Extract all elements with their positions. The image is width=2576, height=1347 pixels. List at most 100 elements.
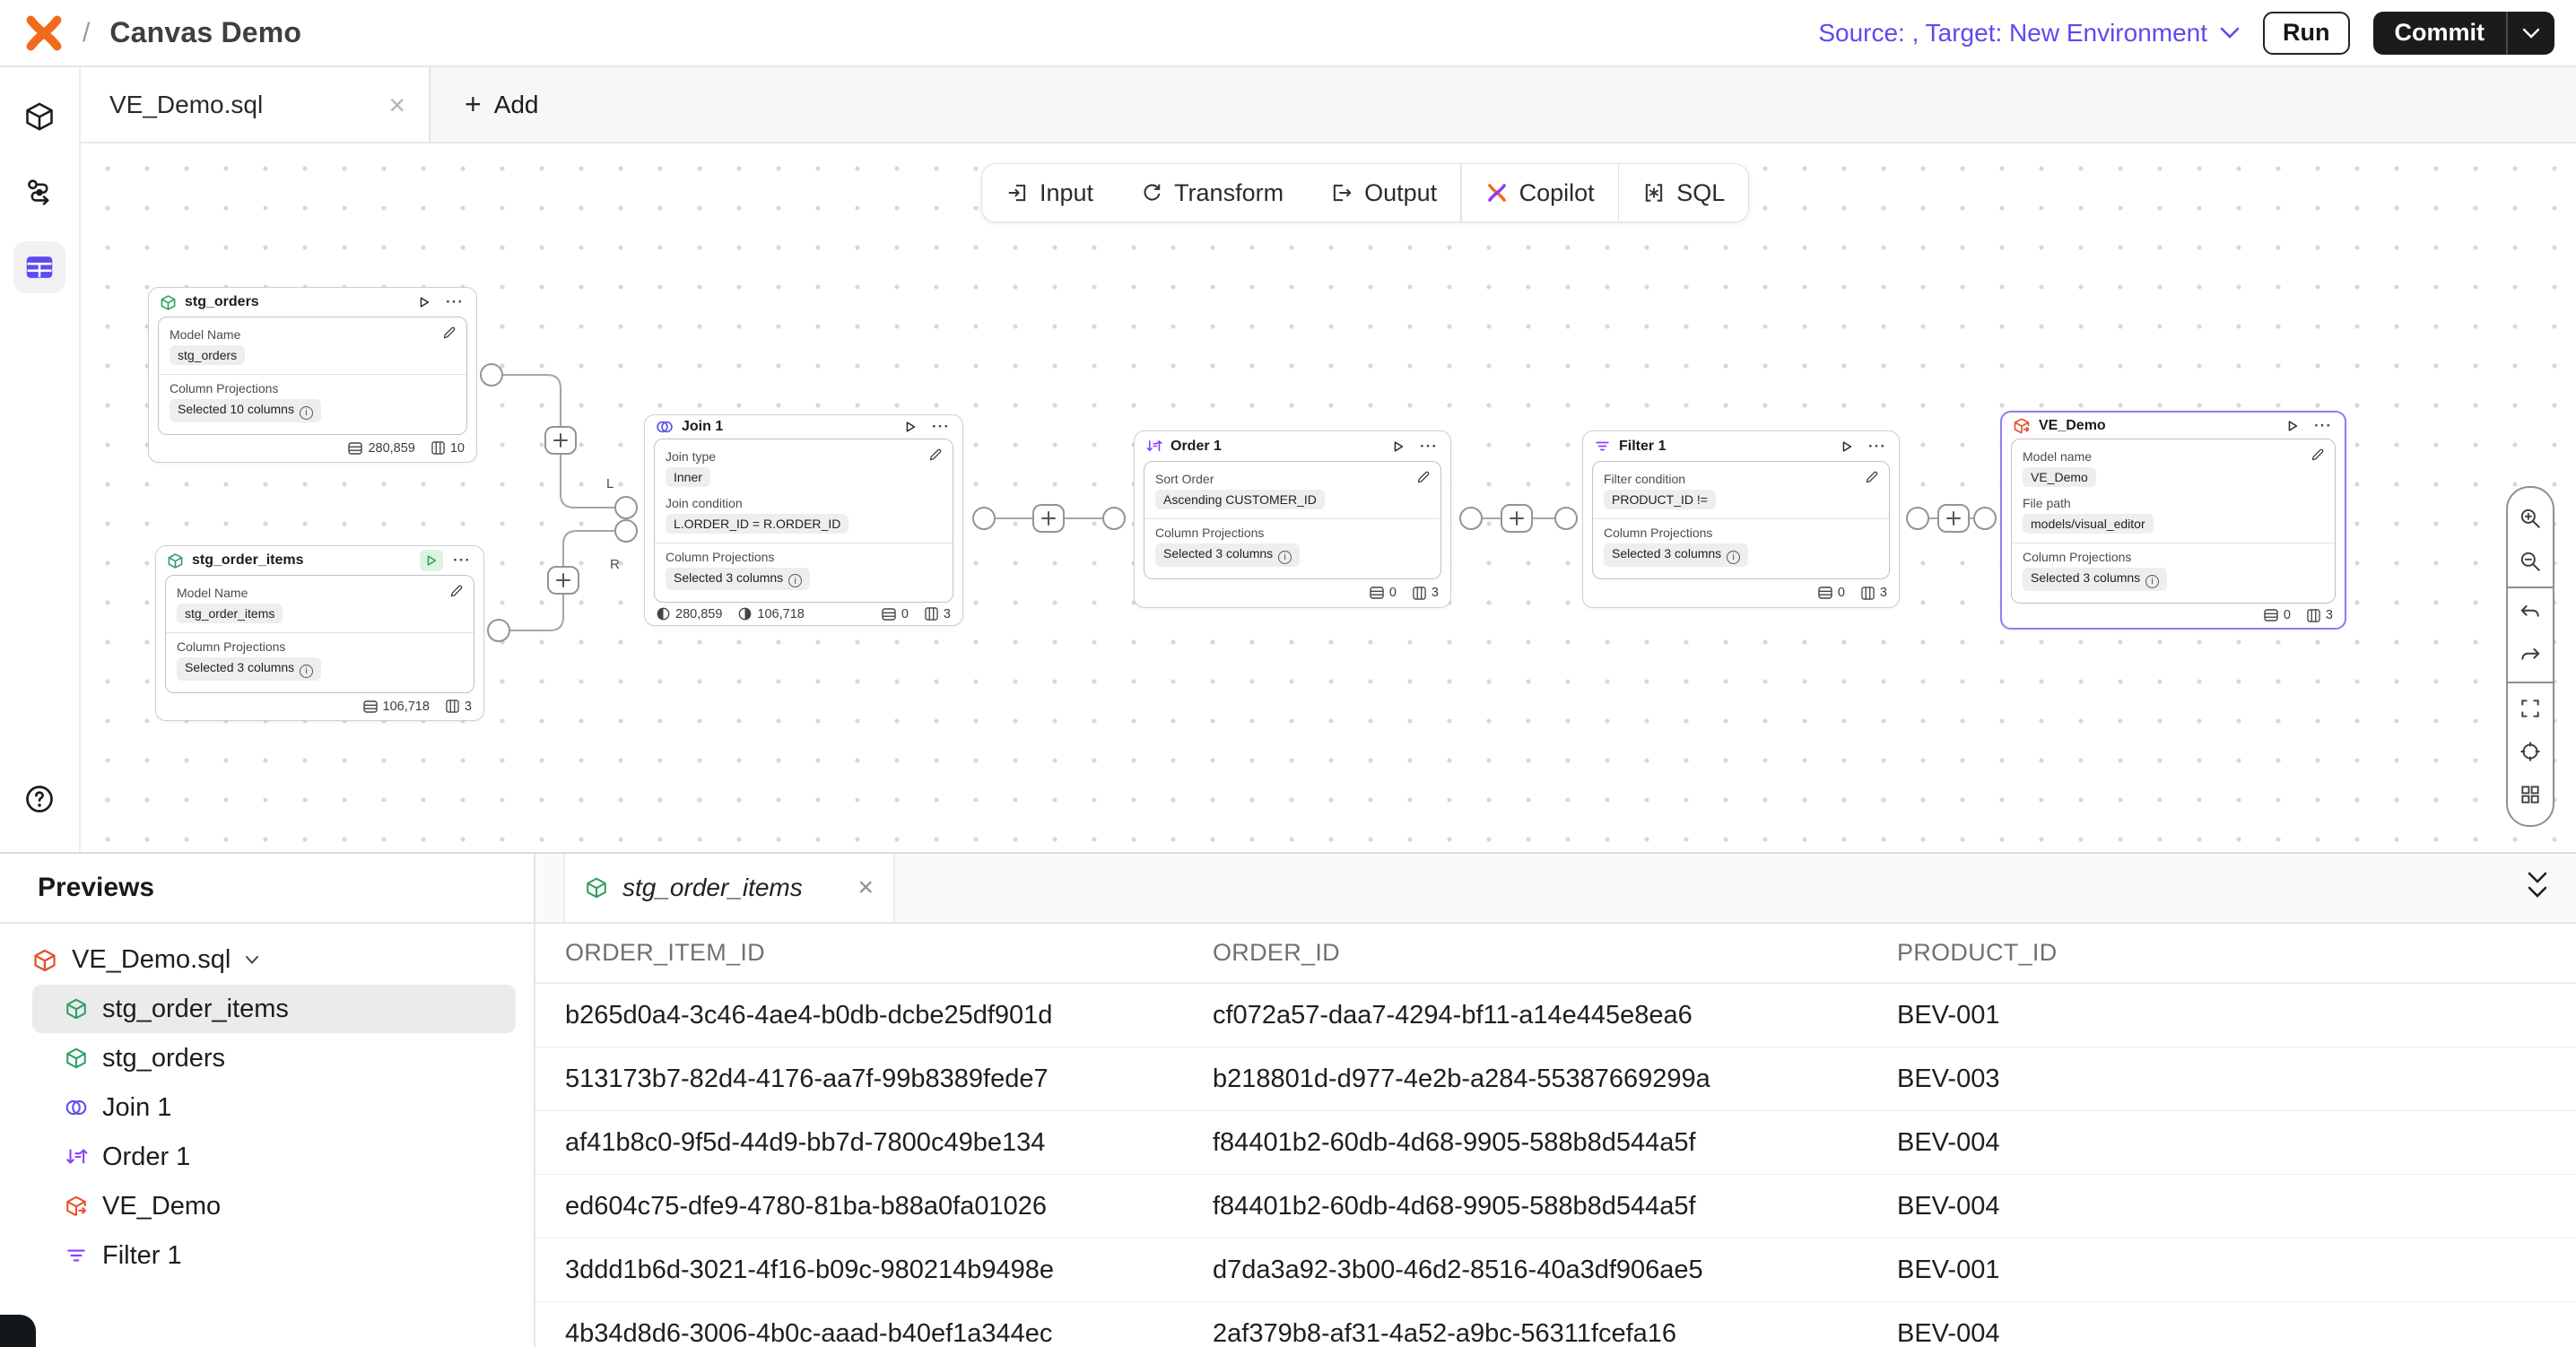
tree-item-order-1[interactable]: Order 1	[32, 1133, 516, 1181]
field-label: Column Projections	[1155, 526, 1430, 540]
run-node-button[interactable]	[413, 291, 436, 313]
help-icon	[23, 783, 56, 815]
node-menu-button[interactable]: ···	[1867, 438, 1888, 456]
undo-button[interactable]	[2508, 592, 2553, 635]
node-stg-orders[interactable]: stg_orders ··· Model Name stg_orders	[148, 287, 477, 463]
add-input-button[interactable]: Input	[982, 164, 1117, 222]
node-menu-button[interactable]: ···	[451, 552, 473, 569]
add-output-button[interactable]: Output	[1307, 164, 1460, 222]
info-icon[interactable]: i	[788, 574, 802, 587]
sql-button[interactable]: SQL	[1619, 164, 1748, 222]
add-tab-label: Add	[494, 91, 539, 119]
tree-root-ve-demo-sql[interactable]: VE_Demo.sql	[0, 936, 534, 984]
node-menu-button[interactable]: ···	[930, 418, 952, 436]
column-count-stat: 3	[925, 607, 951, 621]
edit-icon[interactable]	[1865, 470, 1879, 484]
field-label: Join type	[666, 449, 942, 464]
node-filter-1[interactable]: Filter 1 ··· Filter condition PRODUCT_ID…	[1582, 430, 1900, 608]
info-icon[interactable]: i	[300, 665, 313, 678]
brand-logo-icon[interactable]	[23, 13, 65, 53]
node-menu-button[interactable]: ···	[444, 293, 466, 311]
node-stats: 280,859 106,718 0	[645, 603, 962, 625]
node-title: stg_order_items	[192, 552, 412, 569]
node-join-1[interactable]: Join 1 ··· Join type Inner Join conditio…	[644, 414, 963, 626]
node-title: VE_Demo	[2039, 418, 2273, 434]
preview-tab-stg-order-items[interactable]: stg_order_items ×	[563, 854, 895, 922]
tab-ve-demo-sql[interactable]: VE_Demo.sql ×	[81, 67, 431, 142]
commit-button[interactable]: Commit	[2373, 12, 2507, 55]
tree-item-stg-orders[interactable]: stg_orders	[32, 1034, 516, 1082]
canvas[interactable]: L R Input Transform	[81, 143, 2576, 852]
tree-item-join-1[interactable]: Join 1	[32, 1083, 516, 1132]
run-node-button[interactable]	[420, 550, 443, 571]
edit-icon[interactable]	[449, 584, 464, 598]
node-order-1[interactable]: Order 1 ··· Sort Order Ascending CUSTOME…	[1134, 430, 1451, 608]
target-icon	[2519, 740, 2542, 763]
zoom-in-button[interactable]	[2508, 497, 2553, 540]
run-node-button[interactable]	[1835, 436, 1858, 457]
copilot-button[interactable]: Copilot	[1462, 164, 1618, 222]
plus-icon: +	[465, 88, 482, 121]
info-icon[interactable]: i	[1278, 551, 1292, 564]
tree-item-ve-demo[interactable]: VE_Demo	[32, 1182, 516, 1230]
fit-view-button[interactable]	[2508, 687, 2553, 730]
floating-corner-element[interactable]	[0, 1315, 36, 1347]
tree-item-filter-1[interactable]: Filter 1	[32, 1231, 516, 1280]
copilot-icon	[1485, 181, 1509, 204]
info-icon[interactable]: i	[300, 406, 313, 420]
input-port-left[interactable]	[615, 497, 637, 518]
chevron-down-icon[interactable]	[245, 955, 259, 965]
add-transform-button[interactable]: Transform	[1117, 164, 1307, 222]
input-port[interactable]	[1555, 508, 1577, 529]
input-port-right[interactable]	[615, 520, 637, 542]
canvas-node-toolbar: Input Transform Output	[981, 163, 1749, 222]
add-tab-button[interactable]: + Add	[431, 67, 573, 142]
redo-button[interactable]	[2508, 635, 2553, 678]
table-header-row: ORDER_ITEM_ID ORDER_ID PRODUCT_ID	[535, 924, 2576, 984]
commit-options-button[interactable]	[2506, 12, 2554, 55]
edit-icon[interactable]	[1416, 470, 1431, 484]
sidebar-item-models[interactable]	[13, 91, 65, 143]
input-port[interactable]	[1974, 508, 1996, 529]
close-preview-tab-icon[interactable]: ×	[857, 873, 874, 903]
commit-button-label: Commit	[2395, 19, 2485, 47]
row-count-stat: 0	[2264, 608, 2291, 622]
grid-icon	[2519, 783, 2542, 806]
tab-label: VE_Demo.sql	[109, 91, 263, 119]
collapse-panel-button[interactable]	[2524, 870, 2551, 906]
help-button[interactable]	[13, 773, 65, 825]
environment-selector[interactable]: Source: , Target: New Environment	[1818, 19, 2240, 48]
run-node-button[interactable]	[899, 416, 922, 438]
output-port[interactable]	[488, 620, 509, 641]
rows-icon	[348, 442, 362, 455]
sidebar-item-lineage[interactable]	[13, 166, 65, 218]
output-port[interactable]	[481, 364, 502, 386]
node-ve-demo[interactable]: VE_Demo ··· Model name VE_Demo File path	[2000, 411, 2346, 630]
tree-item-stg-order-items[interactable]: stg_order_items	[32, 985, 516, 1033]
zoom-out-button[interactable]	[2508, 540, 2553, 583]
info-icon[interactable]: i	[2145, 575, 2159, 588]
auto-layout-button[interactable]	[2508, 773, 2553, 816]
output-port[interactable]	[1460, 508, 1482, 529]
edit-icon[interactable]	[442, 326, 457, 340]
cell-product-id: BEV-004	[1897, 1319, 2576, 1347]
sidebar-item-canvas-editor[interactable]	[13, 241, 65, 293]
filter-icon	[65, 1244, 88, 1267]
node-stg-order-items[interactable]: stg_order_items ··· Model Name stg_order…	[155, 545, 484, 721]
fullscreen-icon	[2519, 697, 2542, 720]
output-port[interactable]	[1907, 508, 1928, 529]
run-node-button[interactable]	[1387, 436, 1410, 457]
projections-pill: Selected 10 columnsi	[170, 399, 321, 422]
close-tab-icon[interactable]: ×	[388, 91, 405, 119]
node-menu-button[interactable]: ···	[2312, 417, 2334, 435]
output-port[interactable]	[973, 508, 995, 529]
info-icon[interactable]: i	[1727, 551, 1740, 564]
edit-icon[interactable]	[928, 448, 943, 462]
edit-icon[interactable]	[2311, 448, 2325, 462]
run-button[interactable]: Run	[2263, 12, 2349, 55]
run-node-button[interactable]	[2281, 415, 2304, 437]
cell-product-id: BEV-004	[1897, 1192, 2576, 1221]
node-menu-button[interactable]: ···	[1418, 438, 1440, 456]
input-port[interactable]	[1103, 508, 1125, 529]
center-view-button[interactable]	[2508, 730, 2553, 773]
